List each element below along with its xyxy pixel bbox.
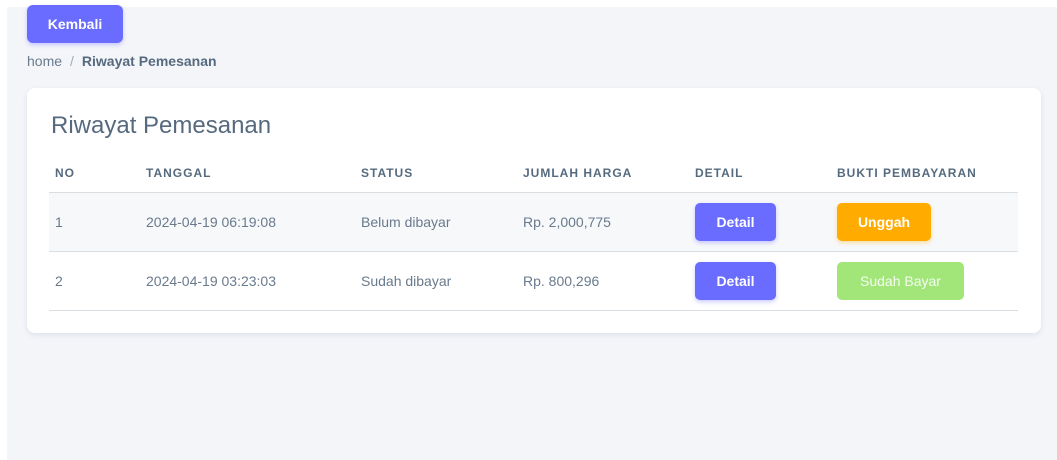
detail-button[interactable]: Detail (695, 203, 776, 241)
cell-no: 1 (49, 192, 146, 252)
back-button[interactable]: Kembali (27, 5, 123, 43)
column-header-tanggal: TANGGAL (146, 154, 361, 193)
column-header-no: NO (49, 154, 146, 193)
breadcrumb-home-link[interactable]: home (27, 53, 62, 69)
page-title: Riwayat Pemesanan (51, 112, 272, 139)
cell-status: Belum dibayar (361, 192, 523, 252)
order-history-table: NO TANGGAL STATUS JUMLAH HARGA DETAIL BU… (49, 154, 1018, 311)
column-header-jumlah-harga: JUMLAH HARGA (523, 154, 695, 193)
column-header-detail: DETAIL (695, 154, 837, 193)
cell-tanggal: 2024-04-19 06:19:08 (146, 192, 361, 252)
cell-bukti-pembayaran: Sudah Bayar (837, 251, 1018, 311)
cell-status: Sudah dibayar (361, 251, 523, 311)
cell-jumlah-harga: Rp. 2,000,775 (523, 192, 695, 252)
table-row: 1 2024-04-19 06:19:08 Belum dibayar Rp. … (49, 192, 1018, 252)
cell-detail: Detail (695, 251, 837, 311)
cell-tanggal: 2024-04-19 03:23:03 (146, 251, 361, 311)
breadcrumb: home / Riwayat Pemesanan (27, 53, 217, 69)
breadcrumb-current: Riwayat Pemesanan (81, 53, 217, 69)
upload-proof-button[interactable]: Unggah (837, 203, 931, 241)
paid-status-button[interactable]: Sudah Bayar (837, 262, 964, 300)
order-history-card: Riwayat Pemesanan NO TANGGAL STATUS JUML… (27, 88, 1041, 333)
cell-detail: Detail (695, 192, 837, 252)
cell-no: 2 (49, 251, 146, 311)
cell-bukti-pembayaran: Unggah (837, 192, 1018, 252)
breadcrumb-separator: / (70, 53, 74, 69)
column-header-status: STATUS (361, 154, 523, 193)
table-header-row: NO TANGGAL STATUS JUMLAH HARGA DETAIL BU… (49, 154, 1018, 193)
detail-button[interactable]: Detail (695, 262, 776, 300)
table-row: 2 2024-04-19 03:23:03 Sudah dibayar Rp. … (49, 251, 1018, 311)
cell-jumlah-harga: Rp. 800,296 (523, 251, 695, 311)
column-header-bukti-pembayaran: BUKTI PEMBAYARAN (837, 154, 1018, 193)
